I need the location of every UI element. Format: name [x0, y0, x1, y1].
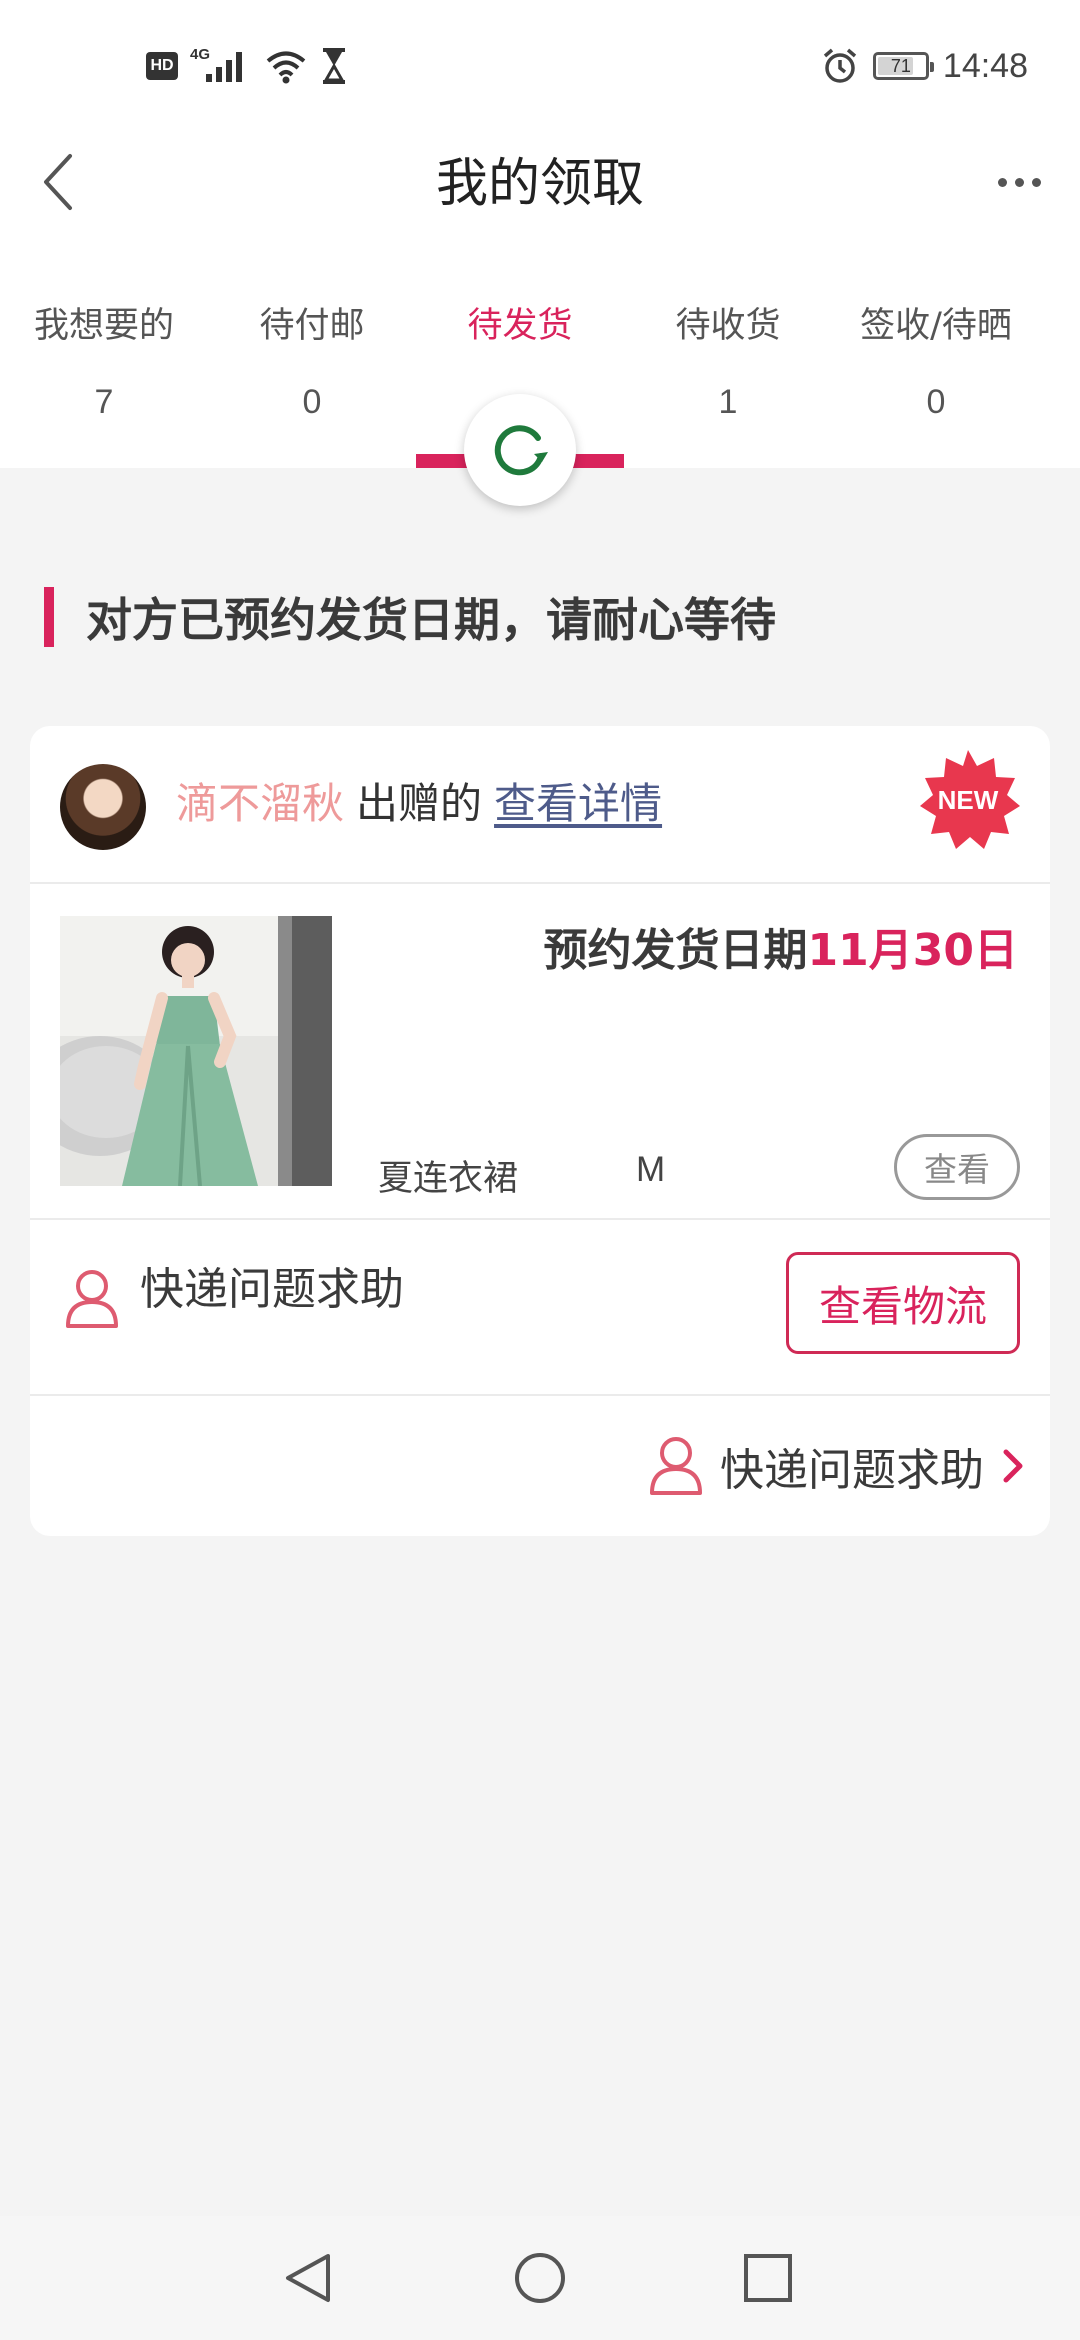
wifi-icon: [266, 51, 306, 84]
nav-recents-button[interactable]: [728, 2238, 808, 2318]
tab-wanted[interactable]: 我想要的 7: [0, 296, 208, 468]
express-help-row: 快递问题求助 查看物流: [30, 1220, 1050, 1396]
refresh-icon: [494, 425, 548, 476]
tab-count: 0: [302, 383, 322, 421]
refresh-indicator: [464, 394, 576, 506]
view-button[interactable]: 查看: [894, 1134, 1020, 1200]
tab-label: 待付邮: [259, 306, 365, 346]
tab-label: 签收/待晒: [860, 306, 1012, 346]
view-logistics-button[interactable]: 查看物流: [786, 1252, 1020, 1354]
nav-home-icon: [515, 2253, 565, 2303]
page-title: 我的领取: [435, 154, 644, 214]
ship-date-label: 预约发货日期: [543, 925, 808, 976]
header: 我的领取: [0, 132, 1080, 232]
hd-icon: HD: [146, 52, 178, 80]
new-badge-text: NEW: [937, 784, 999, 815]
express-help-link-text: 快递问题求助: [720, 1445, 984, 1496]
more-dots-icon: [1014, 177, 1024, 187]
status-bar: HD 4G 71 14:48: [0, 0, 1080, 132]
tab-pending-postage[interactable]: 待付邮 0: [208, 296, 416, 468]
tab-bar: 我想要的 7 待付邮 0 待发货 待收货 1 签收/待晒 0: [0, 296, 1080, 506]
ship-date-value: 11月30日: [807, 925, 1018, 976]
tab-signed-review[interactable]: 签收/待晒 0: [832, 296, 1040, 468]
tab-label: 我想要的: [33, 306, 174, 346]
status-left: HD 4G: [146, 46, 348, 86]
signal-bars-icon: [206, 52, 242, 82]
alarm-icon: [823, 48, 857, 83]
order-card: 滴不溜秋 出赠的 查看详情 NEW 预约发货日期11月30日 夏连衣裙 M 查看…: [30, 726, 1050, 1536]
product-image[interactable]: [60, 916, 332, 1186]
tab-label: 待收货: [675, 306, 781, 346]
tab-count: 0: [926, 383, 946, 421]
express-help-label: 快递问题求助: [140, 1264, 404, 1315]
tab-count: 7: [94, 383, 114, 421]
status-right: 71 14:48: [821, 44, 1028, 88]
nav-home-button[interactable]: [500, 2238, 580, 2318]
signal-icon: 4G: [190, 46, 252, 86]
card-header: 滴不溜秋 出赠的 查看详情 NEW: [30, 726, 1050, 884]
express-help-link[interactable]: 快递问题求助: [648, 1426, 1026, 1506]
section-heading: 对方已预约发货日期，请耐心等待: [44, 586, 776, 648]
express-help-link-row: 快递问题求助: [30, 1396, 1050, 1536]
nav-recents-icon: [744, 2254, 792, 2302]
system-nav-bar: [0, 2216, 1080, 2340]
giver-name[interactable]: 滴不溜秋: [176, 779, 344, 828]
product-size: M: [636, 1150, 666, 1189]
giver-line: 滴不溜秋 出赠的 查看详情: [176, 774, 662, 834]
section-heading-text: 对方已预约发货日期，请耐心等待: [86, 593, 776, 647]
more-dots-icon: [1031, 177, 1041, 187]
more-dots-icon: [997, 177, 1007, 187]
tab-pending-shipment[interactable]: 待发货: [416, 296, 624, 506]
dress-photo: [60, 916, 332, 1186]
view-details-link[interactable]: 查看详情: [494, 779, 662, 828]
nav-back-icon: [286, 2254, 330, 2302]
hourglass-icon: [323, 48, 345, 84]
more-button[interactable]: [984, 154, 1054, 210]
battery-icon: 71: [872, 52, 934, 80]
heading-accent-bar: [44, 587, 54, 647]
tab-pending-receipt[interactable]: 待收货 1: [624, 296, 832, 468]
tab-label: 待发货: [467, 306, 573, 346]
battery-level: 71: [890, 55, 911, 76]
person-icon: [650, 1437, 702, 1495]
chevron-right-icon: [1003, 1449, 1023, 1483]
clock: 14:48: [942, 46, 1028, 85]
product-name: 夏连衣裙: [378, 1159, 519, 1199]
giver-suffix: 出赠的: [356, 779, 483, 828]
person-icon: [66, 1270, 118, 1328]
product-row: 预约发货日期11月30日 夏连衣裙 M 查看: [30, 884, 1050, 1220]
new-badge: NEW: [916, 748, 1020, 852]
tab-count: 1: [718, 383, 738, 421]
nav-back-button[interactable]: [268, 2238, 348, 2318]
ship-date: 预约发货日期11月30日: [544, 914, 1018, 978]
avatar[interactable]: [60, 764, 146, 850]
